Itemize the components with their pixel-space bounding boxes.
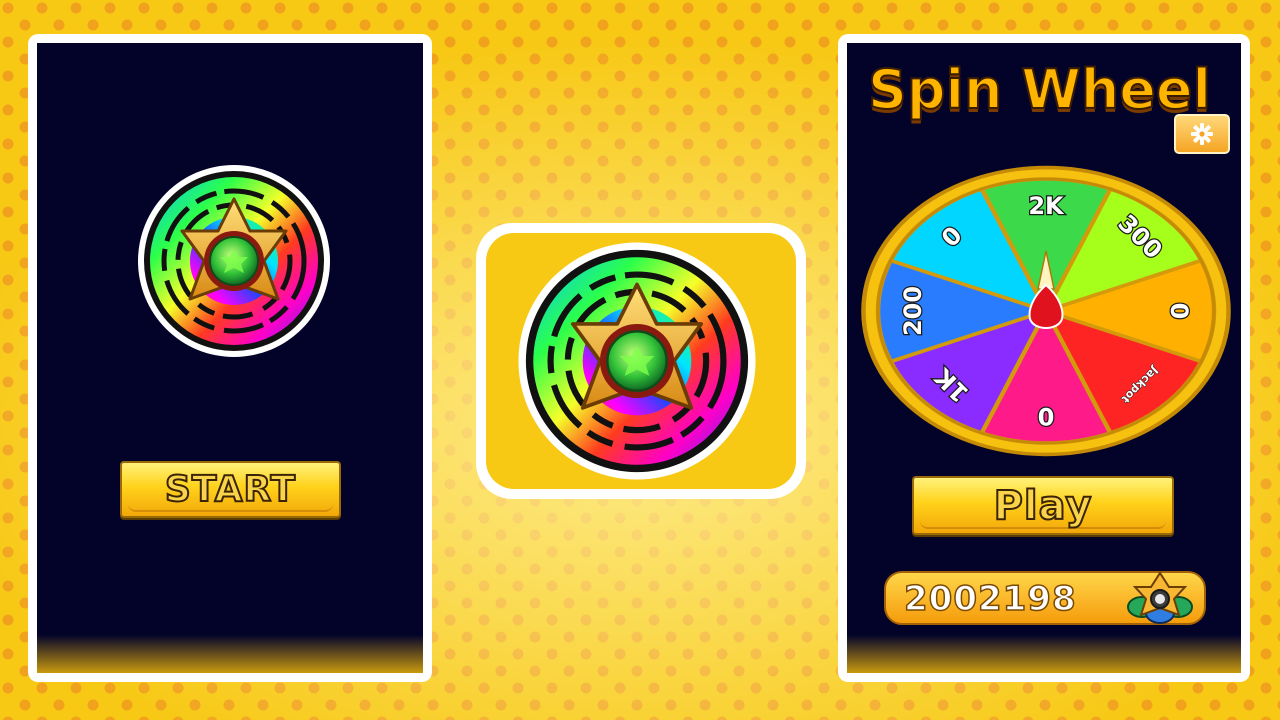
start-button-label: START	[164, 468, 297, 511]
left-phone-screen	[37, 43, 423, 673]
play-button[interactable]: Play	[912, 476, 1174, 535]
spin-wheel[interactable]: 2K3000Jackpot01K2000	[860, 165, 1232, 457]
left-phone-frame	[28, 34, 432, 682]
wheel-segment-label: 0	[1165, 303, 1193, 320]
star-badge-icon	[1127, 571, 1193, 624]
coin-counter: 2002198	[884, 571, 1206, 625]
page-title: Spin Wheel	[867, 57, 1212, 122]
star-gem-emblem-icon	[120, 165, 348, 357]
bottom-glow	[847, 635, 1241, 673]
play-button-label: Play	[993, 482, 1093, 530]
coin-count: 2002198	[903, 578, 1077, 620]
bottom-glow	[37, 635, 423, 673]
wheel-segment-label: 200	[899, 286, 927, 336]
wheel-segment-label: 0	[1038, 402, 1055, 430]
gear-icon	[1191, 123, 1213, 145]
wheel-segment-label: 2K	[1028, 192, 1065, 220]
start-button[interactable]: START	[120, 461, 341, 518]
settings-button[interactable]	[1174, 114, 1230, 154]
star-gem-emblem-icon	[496, 240, 778, 482]
